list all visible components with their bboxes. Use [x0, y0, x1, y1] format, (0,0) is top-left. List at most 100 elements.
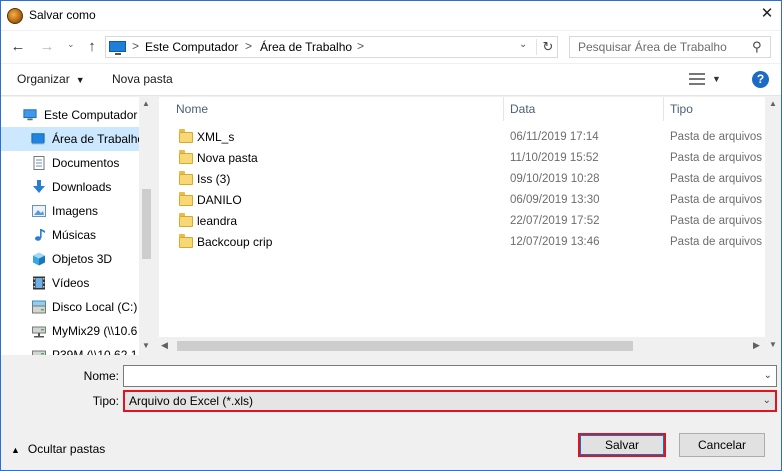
new-folder-button[interactable]: Nova pasta	[112, 72, 173, 86]
chevron-up-icon: ▲	[11, 445, 20, 455]
file-type: Pasta de arquivos	[670, 215, 763, 227]
scroll-left-icon[interactable]: ◀	[161, 340, 168, 351]
forward-arrow-icon[interactable]: →	[38, 38, 56, 56]
tree-item-este-computador[interactable]: Este Computador	[1, 103, 139, 127]
file-type: Pasta de arquivos	[670, 194, 763, 206]
breadcrumb-area-de-trabalho[interactable]: Área de Trabalho	[260, 40, 352, 54]
network-drive-icon	[32, 350, 46, 355]
column-divider[interactable]	[503, 97, 504, 121]
file-type: Pasta de arquivos	[670, 131, 763, 143]
save-form: Nome: ⌄ Tipo: Arquivo do Excel (*.xls) ⌄…	[1, 355, 781, 470]
file-date: 06/09/2019 13:30	[510, 194, 600, 206]
address-bar[interactable]: > Este Computador > Área de Trabalho > ⌄…	[105, 36, 558, 58]
file-name: Nova pasta	[197, 151, 258, 165]
tree-item-musicas[interactable]: Músicas	[1, 223, 139, 247]
column-header-type[interactable]: Tipo	[670, 97, 693, 121]
computer-icon	[23, 109, 37, 121]
file-type-value: Arquivo do Excel (*.xls)	[129, 394, 254, 408]
file-row[interactable]: Nova pasta 11/10/2019 15:52 Pasta de arq…	[159, 148, 765, 169]
scroll-up-icon[interactable]: ▲	[142, 99, 150, 108]
tree-item-label: Documentos	[52, 156, 120, 170]
name-label: Nome:	[83, 369, 119, 383]
file-type: Pasta de arquivos	[670, 173, 763, 185]
search-icon[interactable]: ⚲	[752, 39, 762, 55]
file-name: Iss (3)	[197, 172, 231, 186]
file-row[interactable]: Iss (3) 09/10/2019 10:28 Pasta de arquiv…	[159, 169, 765, 190]
file-type: Pasta de arquivos	[670, 152, 763, 164]
chevron-down-icon[interactable]: ⌄	[763, 395, 771, 406]
pictures-icon	[32, 205, 46, 217]
breadcrumb-este-computador[interactable]: Este Computador	[145, 40, 238, 54]
organize-button[interactable]: Organizar ▼	[17, 72, 85, 86]
tree-item-videos[interactable]: Vídeos	[1, 271, 139, 295]
tree-item-downloads[interactable]: Downloads	[1, 175, 139, 199]
window-title: Salvar como	[29, 8, 96, 22]
file-date: 09/10/2019 10:28	[510, 173, 600, 185]
refresh-icon[interactable]: ↻	[539, 38, 557, 56]
column-header-date[interactable]: Data	[510, 97, 535, 121]
hide-folders-toggle[interactable]: ▲ Ocultar pastas	[11, 442, 105, 456]
tree-item-objetos-3d[interactable]: Objetos 3D	[1, 247, 139, 271]
file-date: 11/10/2019 15:52	[510, 152, 599, 164]
recent-locations-icon[interactable]: ⌄	[67, 39, 75, 50]
tree-item-mymix29[interactable]: MyMix29 (\\10.6	[1, 319, 139, 343]
close-icon[interactable]: ✕	[757, 4, 777, 24]
tree-item-documentos[interactable]: Documentos	[1, 151, 139, 175]
file-row[interactable]: DANILO 06/09/2019 13:30 Pasta de arquivo…	[159, 190, 765, 211]
file-list-horizontal-scrollbar[interactable]: ◀ ▶	[159, 337, 765, 355]
breadcrumb-separator[interactable]: >	[245, 39, 252, 53]
scroll-right-icon[interactable]: ▶	[753, 340, 760, 351]
folder-icon	[179, 150, 193, 164]
nav-pane-scrollbar[interactable]: ▲ ▼	[139, 97, 154, 355]
chevron-down-icon[interactable]: ⌄	[764, 370, 772, 381]
tree-item-label: Músicas	[52, 228, 97, 242]
up-arrow-icon[interactable]: ↑	[83, 38, 101, 56]
file-list-vertical-scrollbar[interactable]: ▲ ▼	[765, 97, 781, 355]
tree-item-label: P39M (\\10.62.1	[52, 348, 138, 355]
tree-item-imagens[interactable]: Imagens	[1, 199, 139, 223]
scroll-thumb[interactable]	[177, 341, 633, 351]
breadcrumb-separator[interactable]: >	[357, 39, 364, 53]
folder-icon	[179, 129, 193, 143]
scroll-down-icon[interactable]: ▼	[142, 341, 150, 350]
folder-icon	[179, 234, 193, 248]
tree-item-area-de-trabalho[interactable]: Área de Trabalho	[1, 127, 139, 151]
file-name-input[interactable]	[124, 366, 754, 386]
tree-item-label: Vídeos	[52, 276, 90, 290]
type-label: Tipo:	[92, 394, 119, 408]
help-icon[interactable]: ?	[752, 71, 769, 88]
network-drive-icon	[32, 326, 46, 338]
back-arrow-icon[interactable]: ←	[9, 38, 27, 56]
tree-item-p39m[interactable]: P39M (\\10.62.1	[1, 343, 139, 355]
file-name: Backcoup crip	[197, 235, 273, 249]
save-button[interactable]: Salvar	[578, 433, 666, 457]
scroll-up-icon[interactable]: ▲	[769, 99, 777, 108]
tree-item-disco-local[interactable]: Disco Local (C:)	[1, 295, 139, 319]
file-type-select[interactable]: Arquivo do Excel (*.xls) ⌄	[123, 390, 777, 412]
downloads-icon	[33, 180, 45, 193]
file-row[interactable]: Backcoup crip 12/07/2019 13:46 Pasta de …	[159, 232, 765, 253]
view-options-icon[interactable]	[689, 73, 705, 85]
cancel-button[interactable]: Cancelar	[679, 433, 765, 457]
file-row[interactable]: leandra 22/07/2019 17:52 Pasta de arquiv…	[159, 211, 765, 232]
search-placeholder: Pesquisar Área de Trabalho	[578, 40, 727, 54]
file-type: Pasta de arquivos	[670, 236, 763, 248]
column-divider[interactable]	[663, 97, 664, 121]
documents-icon	[33, 156, 45, 170]
folder-icon	[179, 192, 193, 206]
view-caret-icon[interactable]: ▼	[712, 74, 721, 84]
address-dropdown-icon[interactable]: ⌄	[519, 39, 527, 50]
scroll-thumb[interactable]	[142, 189, 151, 259]
toolbar: Organizar ▼ Nova pasta ▼ ?	[1, 64, 781, 96]
desktop-icon	[31, 133, 45, 145]
file-row[interactable]: XML_s 06/11/2019 17:14 Pasta de arquivos	[159, 127, 765, 148]
search-box[interactable]: Pesquisar Área de Trabalho ⚲	[569, 36, 771, 58]
file-name: DANILO	[197, 193, 242, 207]
local-disk-icon	[32, 300, 46, 314]
file-name-field[interactable]: ⌄	[123, 365, 777, 387]
scroll-down-icon[interactable]: ▼	[769, 340, 777, 349]
column-header-name[interactable]: Nome	[176, 97, 208, 121]
sort-indicator-icon: ⌃	[577, 97, 585, 103]
breadcrumb-separator[interactable]: >	[132, 39, 139, 53]
3d-objects-icon	[33, 252, 45, 266]
